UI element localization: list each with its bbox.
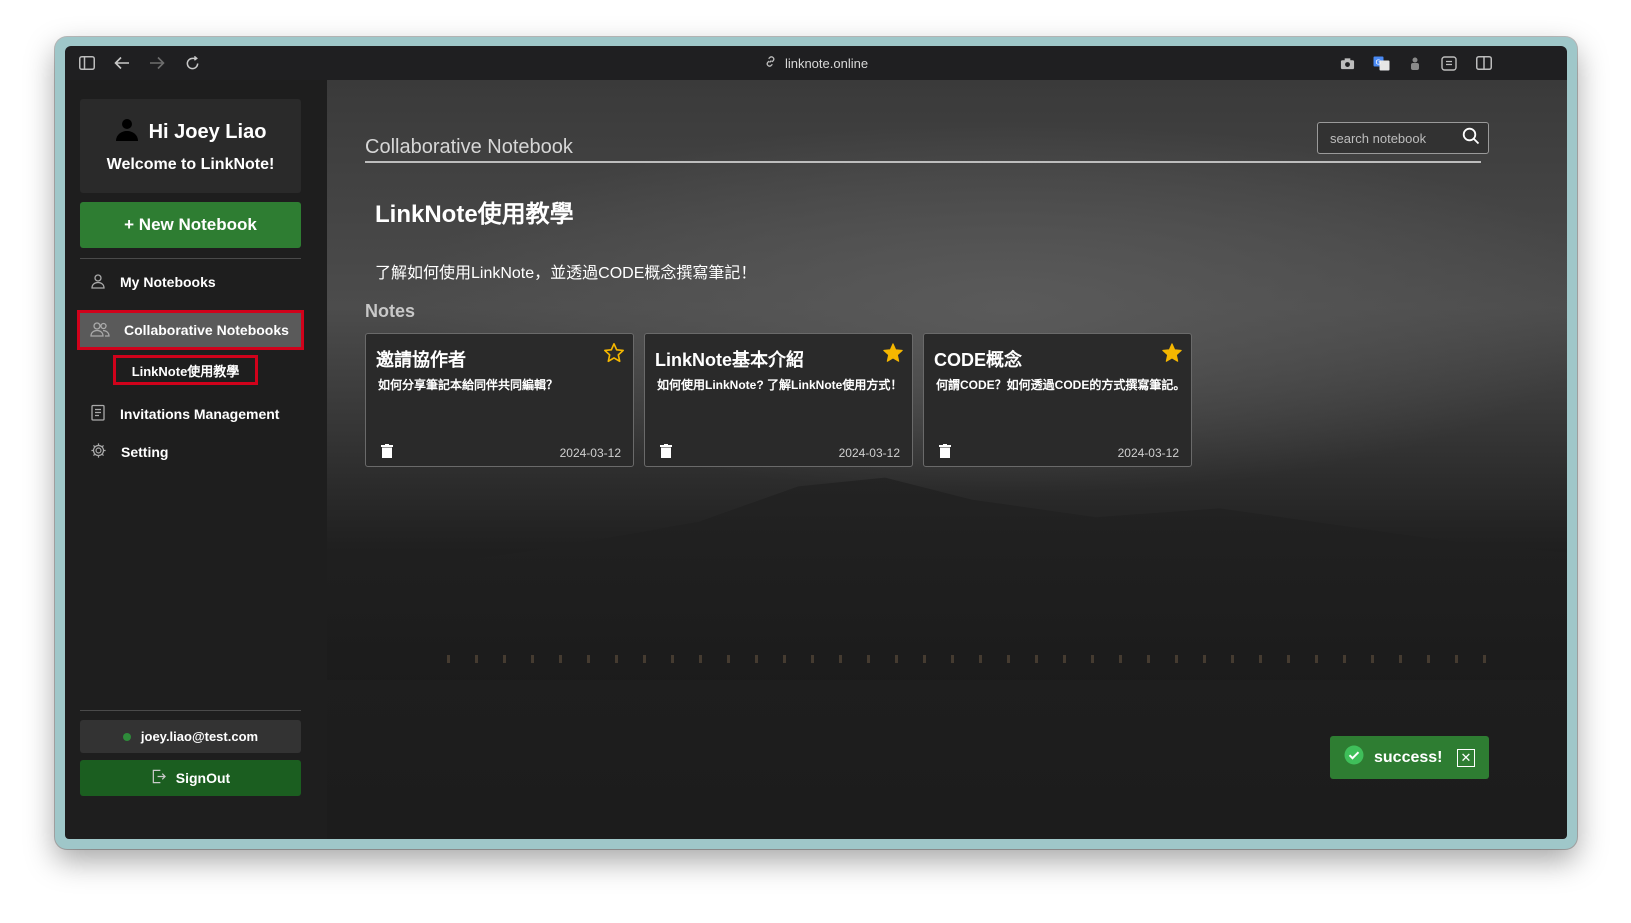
sidebar-toggle-icon[interactable] xyxy=(77,53,97,73)
success-toast: success! ✕ xyxy=(1330,736,1489,779)
note-date: 2024-03-12 xyxy=(838,446,900,460)
check-circle-icon xyxy=(1344,745,1364,770)
sidebar-item-collaborative-notebooks[interactable]: Collaborative Notebooks xyxy=(77,310,304,350)
star-filled-icon[interactable] xyxy=(882,342,904,364)
signout-button[interactable]: SignOut xyxy=(80,760,301,796)
email-text: joey.liao@test.com xyxy=(140,729,259,744)
clipboard-icon xyxy=(90,404,106,424)
sidebar-item-label: Setting xyxy=(121,444,169,460)
sidebar: Hi Joey Liao Welcome to LinkNote! + New … xyxy=(65,80,327,839)
forward-arrow-icon[interactable] xyxy=(147,53,167,73)
welcome-text: Welcome to LinkNote! xyxy=(106,156,275,173)
page-title: Collaborative Notebook xyxy=(365,136,573,158)
title-divider xyxy=(365,161,1481,163)
trash-icon[interactable] xyxy=(659,444,673,458)
split-view-icon[interactable] xyxy=(1474,53,1494,73)
toast-message: success! xyxy=(1374,748,1443,766)
search-box[interactable] xyxy=(1317,122,1489,154)
url-text[interactable]: linknote.online xyxy=(785,56,868,71)
greeting: Hi Joey Liao xyxy=(80,117,301,147)
note-card[interactable]: LinkNote基本介紹 如何使用LinkNote? 了解LinkNote使用方… xyxy=(644,333,913,467)
notebook-description: 了解如何使用LinkNote，並透過CODE概念撰寫筆記！ xyxy=(375,265,757,282)
online-status-icon xyxy=(122,732,131,741)
trash-icon[interactable] xyxy=(380,444,394,458)
svg-text:G: G xyxy=(1375,58,1380,66)
gear-icon xyxy=(90,442,107,462)
translate-icon[interactable]: G xyxy=(1371,53,1391,73)
sidebar-divider xyxy=(80,258,301,259)
sidebar-item-label: Invitations Management xyxy=(120,406,280,422)
search-icon[interactable] xyxy=(1462,127,1480,150)
note-card[interactable]: CODE概念 何謂CODE？如何透過CODE的方式撰寫筆記。 2024-03-1… xyxy=(923,333,1192,467)
sidebar-item-label: My Notebooks xyxy=(120,274,216,290)
note-title: CODE概念 xyxy=(934,350,1023,370)
background-lights xyxy=(447,655,1507,663)
browser-window: linknote.online G Hi Joey Liao Welcome t… xyxy=(55,37,1577,849)
user-email: joey.liao@test.com xyxy=(80,720,301,753)
user-avatar-icon xyxy=(115,117,139,147)
star-filled-icon[interactable] xyxy=(1161,342,1183,364)
sidebar-item-my-notebooks[interactable]: My Notebooks xyxy=(80,265,301,299)
note-title: LinkNote基本介紹 xyxy=(655,350,805,370)
note-card[interactable]: 邀請協作者 如何分享筆記本給同伴共同編輯？ 2024-03-12 xyxy=(365,333,634,467)
sidebar-bottom-divider xyxy=(80,710,301,711)
note-description: 如何分享筆記本給同伴共同編輯？ xyxy=(378,378,559,392)
background-landscape xyxy=(327,477,1567,680)
note-description: 何謂CODE？如何透過CODE的方式撰寫筆記。 xyxy=(936,378,1186,392)
user-card: Hi Joey Liao Welcome to LinkNote! xyxy=(80,99,301,193)
camera-icon[interactable] xyxy=(1337,53,1357,73)
sidebar-subitem-notebook[interactable]: LinkNote使用教學 xyxy=(113,355,258,385)
note-date: 2024-03-12 xyxy=(1117,446,1179,460)
sidebar-item-setting[interactable]: Setting xyxy=(80,435,301,469)
main-content: Collaborative Notebook LinkNote使用教學 了解如何… xyxy=(327,80,1567,839)
browser-toolbar: linknote.online G xyxy=(65,46,1567,80)
greeting-text: Hi Joey Liao xyxy=(148,120,267,143)
reader-icon[interactable] xyxy=(1439,53,1459,73)
search-input[interactable] xyxy=(1330,130,1462,146)
signout-label: SignOut xyxy=(175,770,231,786)
user-icon xyxy=(90,273,106,292)
back-arrow-icon[interactable] xyxy=(112,53,132,73)
star-outline-icon[interactable] xyxy=(603,342,625,364)
reload-icon[interactable] xyxy=(182,53,202,73)
signout-icon xyxy=(151,769,166,787)
close-icon[interactable]: ✕ xyxy=(1457,748,1475,767)
new-notebook-button[interactable]: + New Notebook xyxy=(80,202,301,248)
note-description: 如何使用LinkNote? 了解LinkNote使用方式！ xyxy=(657,378,903,392)
notes-heading: Notes xyxy=(365,301,416,321)
notebook-title: LinkNote使用教學 xyxy=(375,201,574,228)
sidebar-item-invitations-management[interactable]: Invitations Management xyxy=(80,397,301,431)
trash-icon[interactable] xyxy=(938,444,952,458)
note-title: 邀請協作者 xyxy=(376,350,466,370)
extension-icon[interactable] xyxy=(1405,53,1425,73)
group-icon xyxy=(90,321,110,340)
linknote-app: Hi Joey Liao Welcome to LinkNote! + New … xyxy=(65,80,1567,839)
note-date: 2024-03-12 xyxy=(559,446,621,460)
link-icon xyxy=(764,55,777,71)
sidebar-item-label: Collaborative Notebooks xyxy=(124,322,289,338)
